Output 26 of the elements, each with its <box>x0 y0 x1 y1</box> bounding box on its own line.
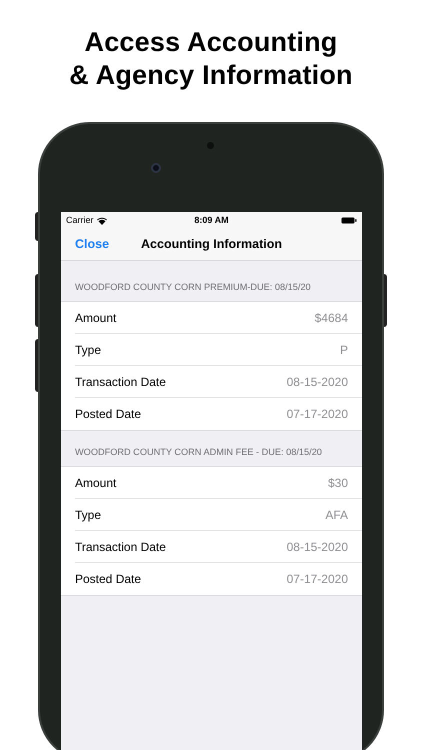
row-value: 07-17-2020 <box>286 571 348 588</box>
row-label: Amount <box>75 310 116 326</box>
row-value: $30 <box>328 474 348 492</box>
row-value: 08-15-2020 <box>286 374 348 390</box>
row-label: Type <box>75 342 102 358</box>
section-header: WOODFORD COUNTY CORN ADMIN FEE - DUE: 08/15/20 <box>75 446 322 460</box>
status-time: 8:09 AM <box>194 214 229 227</box>
row-label: Transaction Date <box>75 538 166 556</box>
row-value: P <box>340 342 348 358</box>
row-label: Transaction Date <box>75 374 166 390</box>
headline-text: Access Accounting <box>84 26 338 59</box>
row-value: $4684 <box>314 310 348 326</box>
row-label: Posted Date <box>75 571 142 588</box>
battery-icon <box>341 217 357 224</box>
carrier-text: Carrier <box>66 214 94 227</box>
section-header: WOODFORD COUNTY CORN PREMIUM-DUE: 08/15/20 <box>75 281 311 294</box>
row-label: Amount <box>75 474 116 492</box>
row-value: AFA <box>325 506 348 524</box>
wifi-icon <box>96 216 107 224</box>
headline-text: & Agency Information <box>69 59 353 92</box>
nav-title: Accounting Information <box>141 236 282 254</box>
close-button[interactable]: Close <box>75 235 110 254</box>
row-label: Type <box>75 506 102 524</box>
row-value: 07-17-2020 <box>286 406 348 423</box>
row-value: 08-15-2020 <box>286 538 348 556</box>
row-label: Posted Date <box>75 406 142 423</box>
